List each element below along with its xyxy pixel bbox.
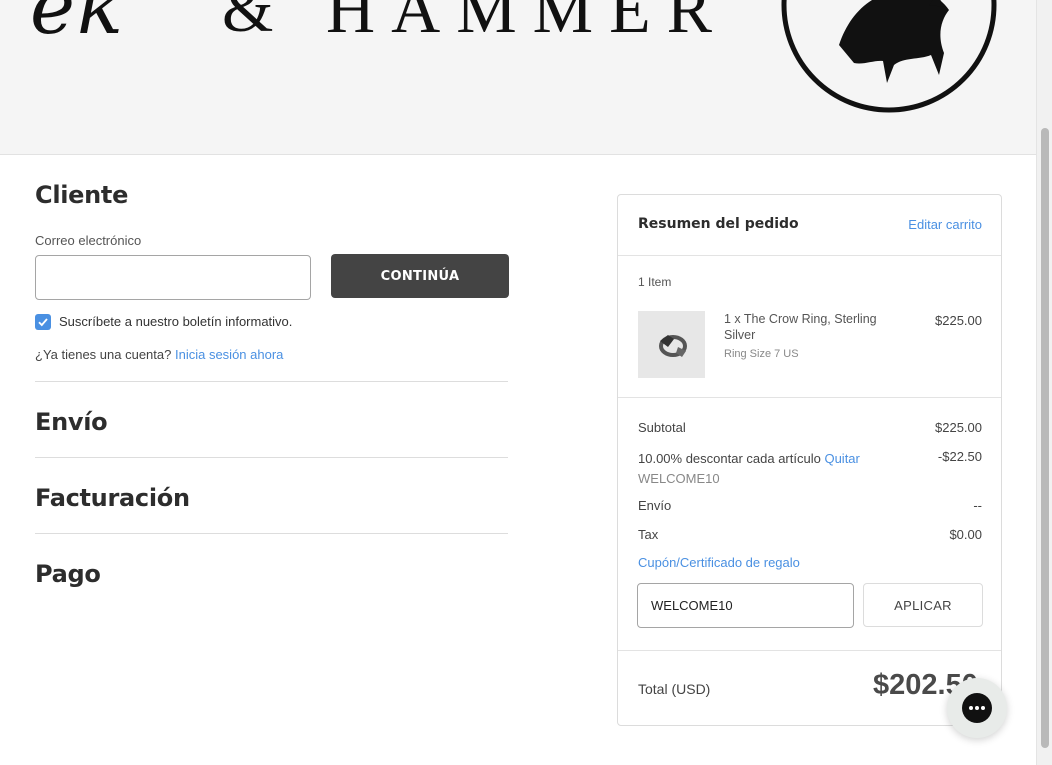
subtotal-value: $225.00: [935, 420, 982, 435]
checkmark-icon: [38, 318, 48, 327]
item-option: Ring Size 7 US: [724, 348, 799, 360]
shipping-label: Envío: [638, 498, 672, 513]
crow-seal-icon: [781, 0, 997, 113]
shipping-value: --: [973, 498, 982, 513]
divider: [618, 397, 1001, 398]
discount-label: 10.00% descontar cada artículo: [638, 451, 821, 466]
item-price: $225.00: [935, 313, 982, 328]
newsletter-label: Suscríbete a nuestro boletín informativo…: [59, 314, 293, 329]
logo-ampersand: &: [222, 0, 274, 46]
divider: [618, 650, 1001, 651]
apply-coupon-button[interactable]: APLICAR: [863, 583, 983, 627]
tax-value: $0.00: [949, 527, 982, 542]
product-thumbnail: [638, 311, 705, 378]
divider: [35, 457, 508, 458]
item-count: 1 Item: [638, 275, 672, 289]
logo-wordmark: HAMMER: [326, 0, 729, 47]
account-prompt: ¿Ya tienes una cuenta? Inicia sesión aho…: [35, 347, 283, 362]
subtotal-label: Subtotal: [638, 420, 686, 435]
section-title-payment[interactable]: Pago: [35, 560, 101, 588]
coupon-input[interactable]: [637, 583, 854, 628]
section-title-customer: Cliente: [35, 181, 129, 209]
discount-row: 10.00% descontar cada artículo Quitar WE…: [638, 449, 860, 489]
scrollbar-thumb[interactable]: [1041, 128, 1049, 748]
divider: [35, 381, 508, 382]
discount-code: WELCOME10: [638, 471, 720, 486]
store-header: ek & HAMMER: [0, 0, 1036, 155]
email-field[interactable]: [35, 255, 311, 300]
discount-value: -$22.50: [937, 449, 982, 464]
chat-ellipsis-icon: [962, 693, 992, 723]
coupon-link[interactable]: Cupón/Certificado de regalo: [638, 555, 800, 570]
account-prompt-text: ¿Ya tienes una cuenta?: [35, 347, 172, 362]
page-scrollbar[interactable]: [1036, 0, 1052, 765]
order-summary: Resumen del pedido Editar carrito 1 Item…: [617, 194, 1002, 726]
edit-cart-link[interactable]: Editar carrito: [908, 217, 982, 232]
chat-button[interactable]: [947, 678, 1007, 738]
logo-script-text: ek: [30, 0, 126, 51]
total-label: Total (USD): [638, 681, 711, 697]
section-title-shipping[interactable]: Envío: [35, 408, 108, 436]
item-name: 1 x The Crow Ring, Sterling Silver: [724, 312, 877, 342]
remove-discount-link[interactable]: Quitar: [824, 451, 859, 466]
divider: [35, 533, 508, 534]
email-label: Correo electrónico: [35, 233, 142, 248]
signin-link[interactable]: Inicia sesión ahora: [175, 347, 283, 362]
tax-label: Tax: [638, 527, 659, 542]
newsletter-checkbox[interactable]: [35, 314, 51, 330]
continue-button[interactable]: CONTINÚA: [331, 254, 509, 298]
divider: [618, 255, 1001, 256]
section-title-billing[interactable]: Facturación: [35, 484, 190, 512]
ring-image-icon: [659, 335, 687, 357]
summary-title: Resumen del pedido: [638, 216, 799, 232]
